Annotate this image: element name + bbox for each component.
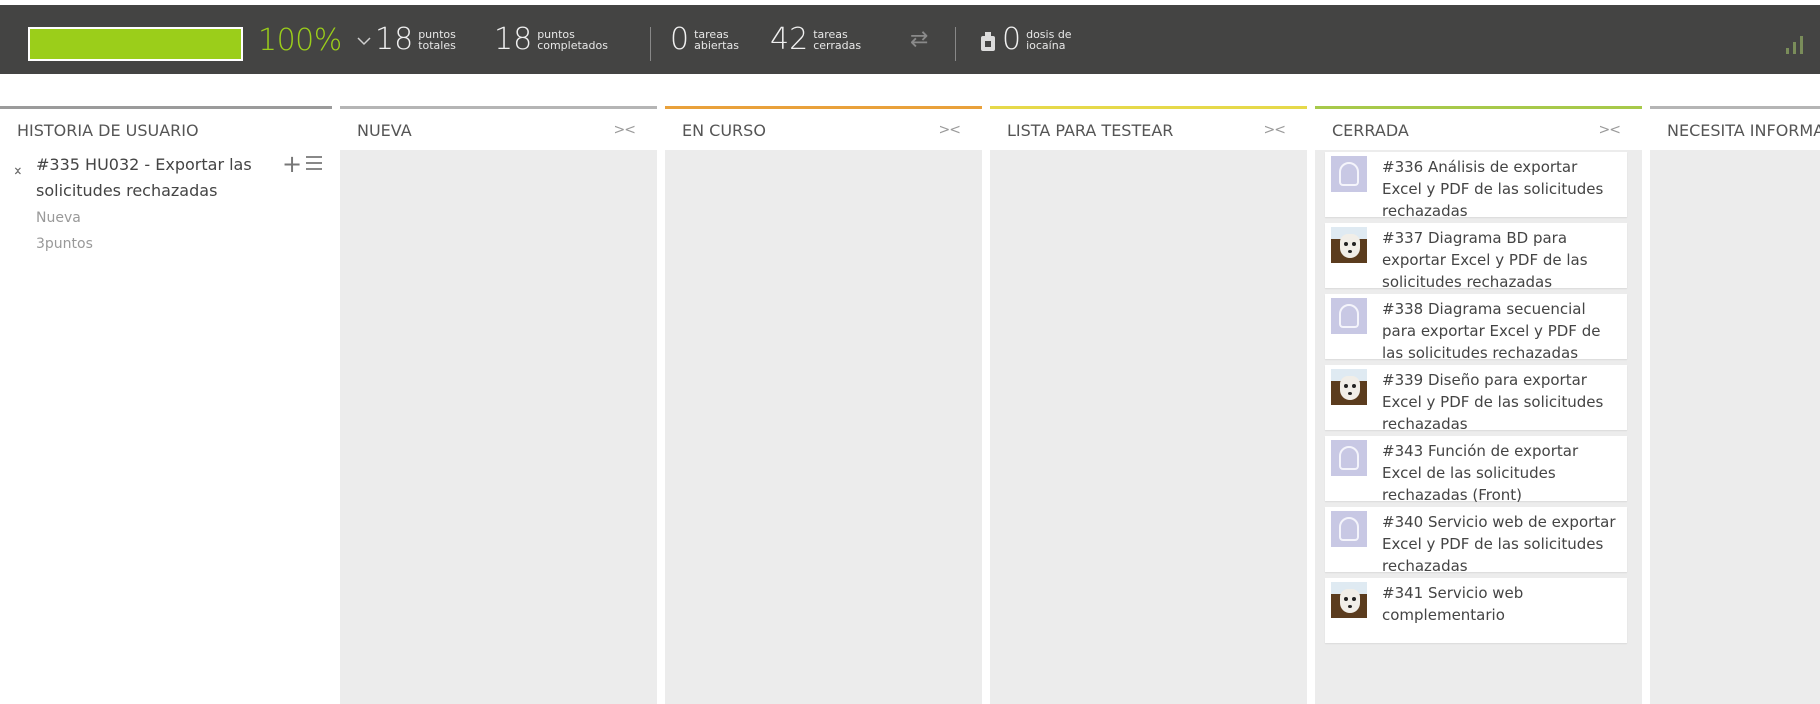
task-title[interactable]: #339 Diseño para exportar Excel y PDF de… [1382,369,1618,435]
fold-column-icon[interactable]: >< [939,122,961,138]
column-body [665,150,982,704]
progress-fill [30,29,241,59]
sprint-stats-header: 100% 18 puntos totales 18 puntos completad… [0,0,1820,76]
bulk-add-icon[interactable] [306,156,322,174]
iocaine-stat: 0 dosis de iocaína [1002,22,1072,57]
task-title[interactable]: #340 Servicio web de exportar Excel y PD… [1382,511,1618,577]
fold-column-icon[interactable]: >< [614,122,636,138]
kanban-board: HISTORIA DE USUARIO ⌄ ⌃ #335 HU032 - Expo… [0,106,1820,704]
add-task-icon[interactable]: + [282,150,302,178]
divider [650,27,651,61]
column-body [1650,150,1820,704]
user-story-status: Nueva [36,210,81,226]
avatar [1331,298,1367,334]
task-card[interactable]: #340 Servicio web de exportar Excel y PD… [1325,507,1627,575]
avatar [1331,511,1367,547]
column-en-curso: EN CURSO >< [665,106,982,704]
avatar [1331,369,1367,405]
chevron-down-icon[interactable] [357,34,371,48]
stats-bar: 100% 18 puntos totales 18 puntos completad… [0,5,1820,74]
column-title: NECESITA INFORMA [1667,121,1820,140]
divider [955,27,956,61]
avatar [1331,440,1367,476]
task-title[interactable]: #336 Análisis de exportar Excel y PDF de… [1382,156,1618,222]
task-title[interactable]: #341 Servicio web complementario [1382,582,1618,626]
column-title: EN CURSO [682,121,766,140]
task-card[interactable]: #338 Diagrama secuencial para exportar E… [1325,294,1627,362]
task-card[interactable]: #343 Función de exportar Excel de las so… [1325,436,1627,504]
column-necesita-informacion: NECESITA INFORMA [1650,106,1820,704]
collapse-toggle-icon[interactable]: ⌄ ⌃ [12,160,24,184]
closed-tasks-stat: 42 tareas cerradas [770,22,862,57]
task-card[interactable]: #339 Diseño para exportar Excel y PDF de… [1325,365,1627,433]
swap-arrows-icon[interactable]: ⇄ [910,27,928,52]
column-title: LISTA PARA TESTEAR [1007,121,1174,140]
user-story-title[interactable]: #335 HU032 - Exportar las solicitudes re… [36,152,266,204]
user-story-points: 3puntos [36,236,93,252]
avatar [1331,156,1367,192]
column-user-story: HISTORIA DE USUARIO ⌄ ⌃ #335 HU032 - Expo… [0,106,332,704]
completed-points-stat: 18 puntos completados [494,22,608,57]
column-title: HISTORIA DE USUARIO [17,121,199,140]
progress-percent: 100% [258,23,342,58]
fold-column-icon[interactable]: >< [1599,122,1621,138]
column-title: NUEVA [357,121,412,140]
column-body [990,150,1307,704]
task-title[interactable]: #343 Función de exportar Excel de las so… [1382,440,1618,506]
avatar [1331,227,1367,263]
column-nueva: NUEVA >< [340,106,657,704]
task-title[interactable]: #337 Diagrama BD para exportar Excel y P… [1382,227,1618,293]
task-card[interactable]: #341 Servicio web complementario [1325,578,1627,643]
column-title: CERRADA [1332,121,1409,140]
task-card[interactable]: #337 Diagrama BD para exportar Excel y P… [1325,223,1627,291]
total-points-stat: 18 puntos totales [375,22,456,57]
column-lista-para-testear: LISTA PARA TESTEAR >< [990,106,1307,704]
task-title[interactable]: #338 Diagrama secuencial para exportar E… [1382,298,1618,364]
sprint-progress-bar [28,27,243,61]
task-card[interactable]: #336 Análisis de exportar Excel y PDF de… [1325,152,1627,220]
avatar [1331,582,1367,618]
column-body [340,150,657,704]
column-body: #336 Análisis de exportar Excel y PDF de… [1315,150,1642,704]
fold-column-icon[interactable]: >< [1264,122,1286,138]
open-tasks-stat: 0 tareas abiertas [670,22,739,57]
graph-toggle-icon[interactable] [1786,35,1807,54]
iocaine-bottle-icon [981,32,995,51]
column-cerrada: CERRADA >< #336 Análisis de exportar Exc… [1315,106,1642,704]
